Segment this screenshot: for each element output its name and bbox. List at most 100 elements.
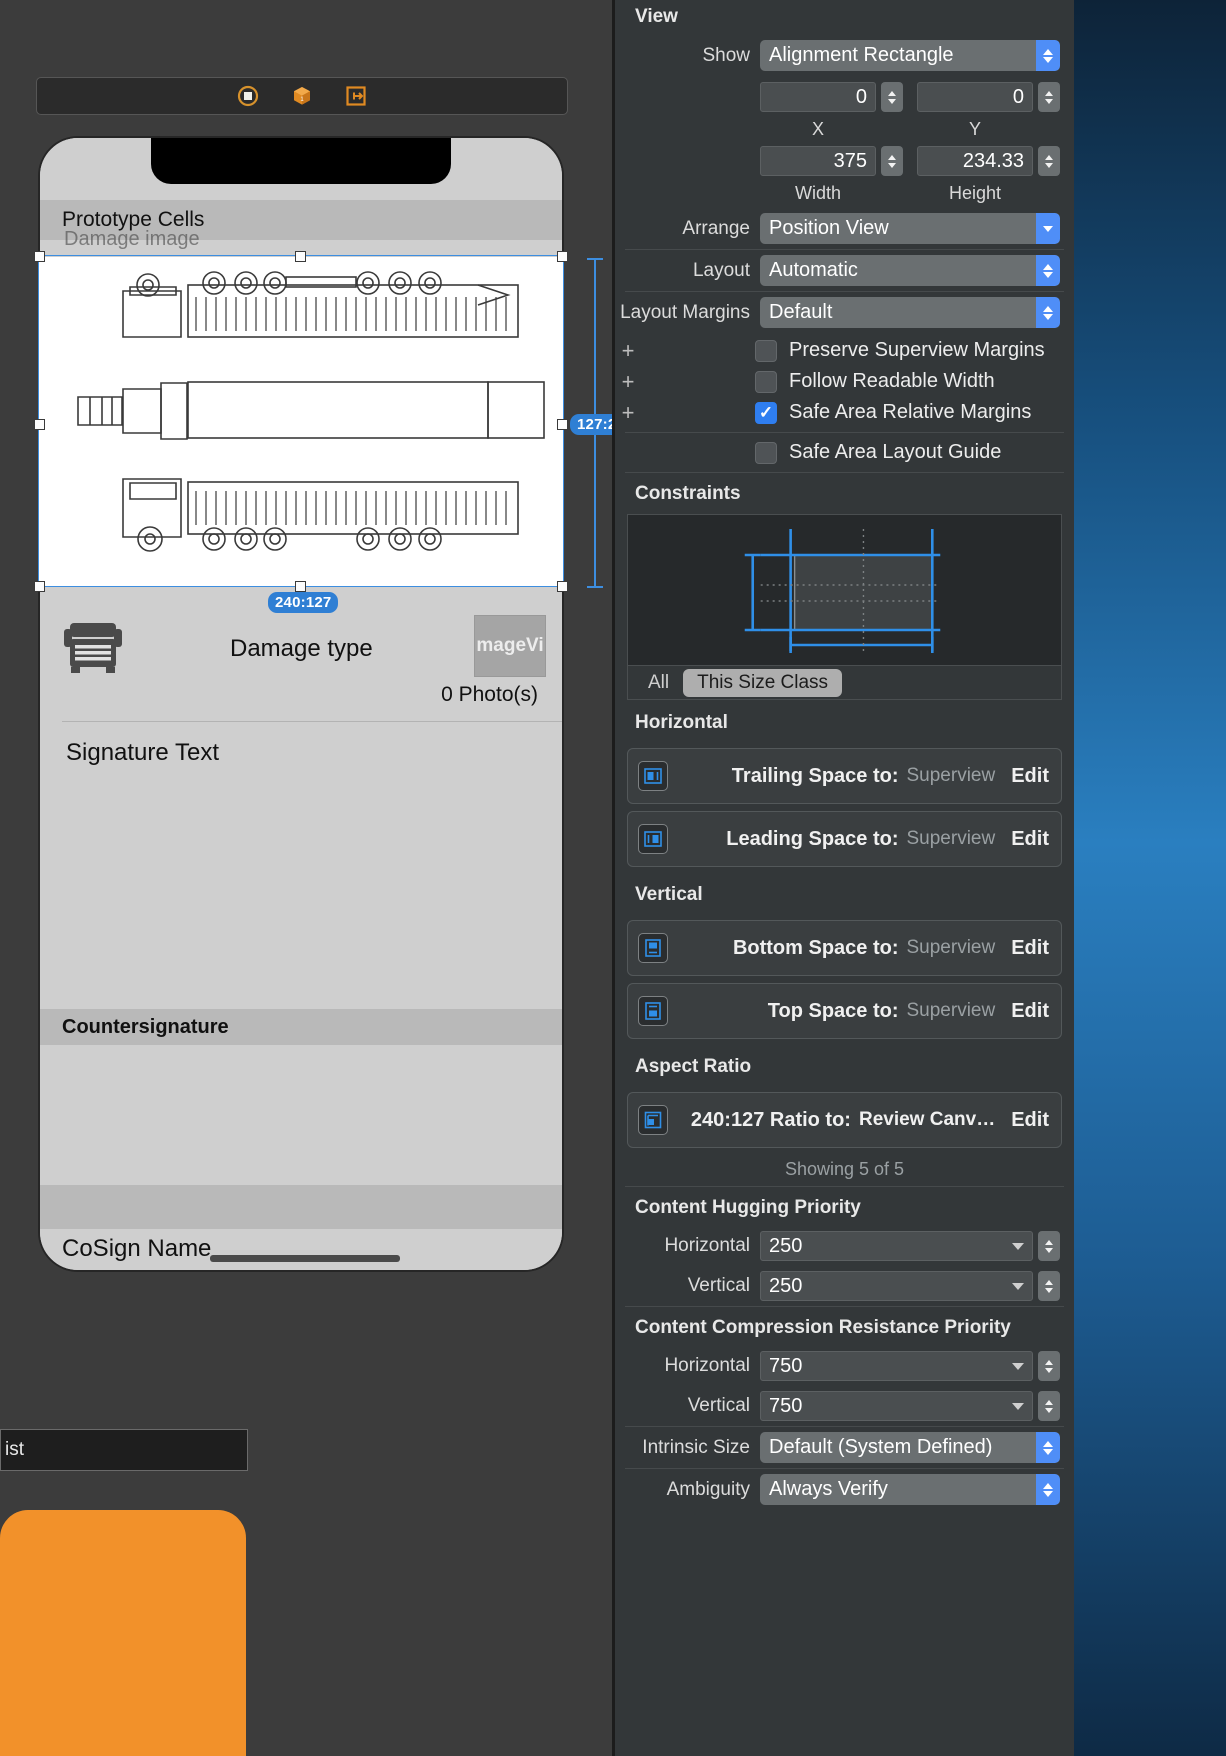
compression-vertical-row[interactable]: Vertical 750 [615, 1386, 1074, 1426]
view-controller-icon[interactable] [237, 85, 259, 107]
hugging-vertical-stepper[interactable] [1038, 1271, 1060, 1301]
top-space-icon [638, 996, 668, 1026]
constraint-edit-button[interactable]: Edit [1011, 937, 1049, 960]
safe-area-relative-margins-row[interactable]: + ✓ Safe Area Relative Margins [615, 397, 1074, 428]
chevron-down-icon[interactable] [1012, 1402, 1024, 1410]
width-field[interactable]: 375 [760, 146, 876, 176]
constraint-row[interactable]: Top Space to: Superview Edit [627, 983, 1062, 1039]
show-popup[interactable]: Alignment Rectangle [760, 40, 1060, 71]
wh-row[interactable]: 375 234.33 [615, 144, 1074, 181]
follow-readable-width-checkbox[interactable] [755, 370, 777, 393]
resize-handle-bottom-left[interactable] [34, 581, 45, 592]
y-field[interactable]: 0 [917, 82, 1033, 112]
resize-handle-bottom-center[interactable] [295, 581, 306, 592]
resize-handle-middle-left[interactable] [34, 419, 45, 430]
layout-row[interactable]: Layout Automatic [615, 250, 1074, 291]
document-outline-search-field[interactable]: ist [0, 1429, 248, 1471]
layout-margins-popup[interactable]: Default [760, 297, 1060, 328]
size-inspector[interactable]: View Show Alignment Rectangle 0 0 X Y 37… [615, 0, 1074, 1756]
bottom-space-icon [638, 933, 668, 963]
y-stepper[interactable] [1038, 82, 1060, 112]
scene-dock[interactable]: 1 [36, 77, 568, 115]
constraint-row[interactable]: 240:127 Ratio to: Review Canv… Edit [627, 1092, 1062, 1148]
damage-image-thumbnail[interactable]: mageVi [474, 615, 546, 677]
intrinsic-size-row[interactable]: Intrinsic Size Default (System Defined) [615, 1427, 1074, 1468]
intrinsic-size-popup[interactable]: Default (System Defined) [760, 1432, 1060, 1463]
resize-handle-bottom-right[interactable] [557, 581, 568, 592]
storyboard-canvas[interactable]: 1 Prototype Cells Damage image Damage ty… [0, 0, 624, 1756]
arrange-popup[interactable]: Position View [760, 213, 1060, 244]
chevron-down-icon[interactable] [1012, 1282, 1024, 1290]
layout-margins-row[interactable]: Layout Margins Default [615, 292, 1074, 333]
resize-handle-top-center[interactable] [295, 251, 306, 262]
exit-icon[interactable] [345, 85, 367, 107]
compression-vertical-field[interactable]: 750 [760, 1391, 1033, 1421]
safe-area-relative-margins-checkbox[interactable]: ✓ [755, 401, 777, 424]
resize-handle-top-right[interactable] [557, 251, 568, 262]
constraint-row[interactable]: Trailing Space to: Superview Edit [627, 748, 1062, 804]
signature-cell[interactable]: Signature Text [40, 723, 562, 1023]
hugging-vertical-field[interactable]: 250 [760, 1271, 1033, 1301]
hugging-horizontal-stepper[interactable] [1038, 1231, 1060, 1261]
constraint-row[interactable]: Leading Space to: Superview Edit [627, 811, 1062, 867]
section-header-countersignature: Countersignature [40, 1009, 562, 1045]
x-stepper[interactable] [881, 82, 903, 112]
chevron-down-icon[interactable] [1012, 1362, 1024, 1370]
show-row[interactable]: Show Alignment Rectangle [615, 35, 1074, 76]
desktop-wallpaper [1074, 0, 1226, 1756]
ambiguity-popup[interactable]: Always Verify [760, 1474, 1060, 1505]
cosign-name-cell[interactable]: CoSign Name [40, 1229, 562, 1270]
intrinsic-size-stepper-arrows[interactable] [1036, 1432, 1060, 1463]
follow-readable-width-row[interactable]: + Follow Readable Width [615, 366, 1074, 397]
resize-handle-top-left[interactable] [34, 251, 45, 262]
constraints-diagram[interactable] [627, 514, 1062, 666]
content-compression-title: Content Compression Resistance Priority [635, 1317, 1011, 1338]
preserve-superview-margins-row[interactable]: + Preserve Superview Margins [615, 335, 1074, 366]
constraint-edit-button[interactable]: Edit [1011, 765, 1049, 788]
constraint-name: Bottom Space to: [732, 936, 899, 959]
compression-vertical-stepper[interactable] [1038, 1391, 1060, 1421]
ambiguity-stepper-arrows[interactable] [1036, 1474, 1060, 1505]
hugging-vertical-row[interactable]: Vertical 250 [615, 1266, 1074, 1306]
compression-horizontal-stepper[interactable] [1038, 1351, 1060, 1381]
arrange-chevron[interactable] [1036, 213, 1060, 244]
hugging-horizontal-field[interactable]: 250 [760, 1231, 1033, 1261]
safe-area-layout-guide-row[interactable]: + Safe Area Layout Guide [615, 433, 1074, 472]
x-field[interactable]: 0 [760, 82, 876, 112]
add-constraint-plus-icon[interactable]: + [615, 401, 641, 424]
height-field[interactable]: 234.33 [917, 146, 1033, 176]
damage-type-cell[interactable]: Damage type mageVi 0 Photo(s) [40, 601, 562, 723]
constraint-edit-button[interactable]: Edit [1011, 828, 1049, 851]
constraints-filter-bar[interactable]: All This Size Class [627, 666, 1062, 700]
height-stepper[interactable] [1038, 146, 1060, 176]
layout-stepper-arrows[interactable] [1036, 255, 1060, 286]
filter-this-size-class-segment[interactable]: This Size Class [683, 668, 843, 697]
ambiguity-row[interactable]: Ambiguity Always Verify [615, 1469, 1074, 1510]
safe-area-layout-guide-checkbox[interactable] [755, 441, 777, 464]
wh-labels-row: Width Height [615, 181, 1074, 208]
show-stepper-arrows[interactable] [1036, 40, 1060, 71]
xy-row[interactable]: 0 0 [615, 76, 1074, 117]
constraint-edit-button[interactable]: Edit [1011, 1000, 1049, 1023]
countersignature-footer-band [40, 1185, 562, 1229]
arrange-row[interactable]: Arrange Position View [615, 208, 1074, 249]
width-stepper[interactable] [881, 146, 903, 176]
countersignature-body[interactable] [40, 1045, 562, 1205]
aspect-ratio-badge[interactable]: 240:127 [268, 592, 339, 613]
layout-popup[interactable]: Automatic [760, 255, 1060, 286]
first-responder-icon[interactable]: 1 [291, 85, 313, 107]
compression-horizontal-field[interactable]: 750 [760, 1351, 1033, 1381]
filter-all-segment[interactable]: All [634, 669, 683, 697]
preserve-superview-margins-checkbox[interactable] [755, 339, 777, 362]
constraint-row[interactable]: Bottom Space to: Superview Edit [627, 920, 1062, 976]
layout-margins-stepper-arrows[interactable] [1036, 297, 1060, 328]
chevron-down-icon[interactable] [1012, 1242, 1024, 1250]
hugging-horizontal-row[interactable]: Horizontal 250 [615, 1226, 1074, 1266]
add-constraint-plus-icon[interactable]: + [615, 339, 641, 362]
add-constraint-plus-icon[interactable]: + [615, 370, 641, 393]
constraint-value: Superview [906, 1000, 996, 1021]
device-notch [151, 138, 451, 184]
compression-horizontal-row[interactable]: Horizontal 750 [615, 1346, 1074, 1386]
constraint-edit-button[interactable]: Edit [1011, 1109, 1049, 1132]
resize-handle-middle-right[interactable] [557, 419, 568, 430]
